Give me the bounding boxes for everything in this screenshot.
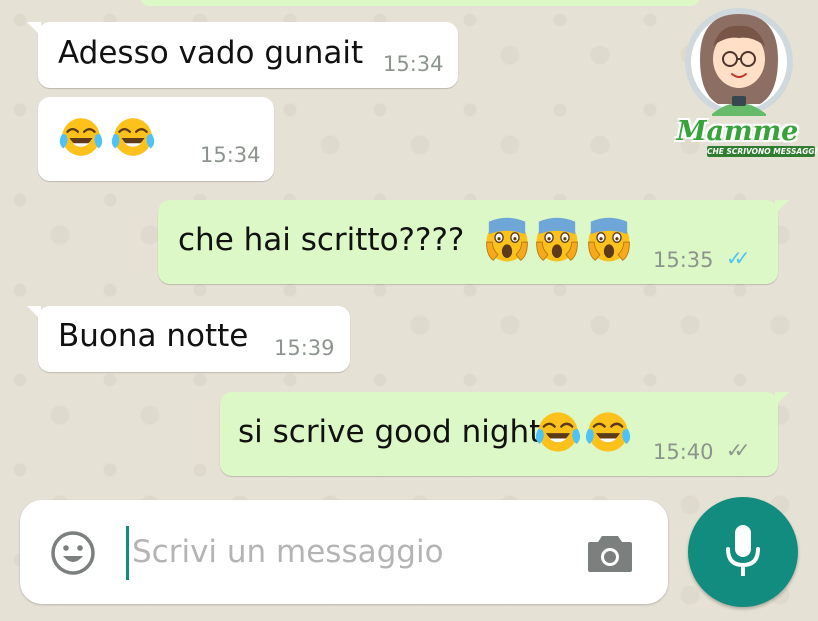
double-check-grey-icon: ✓✓ [726,438,750,462]
face-with-tears-of-joy-icon [58,114,104,160]
outgoing-message[interactable]: si scrive good night 15:40 ✓✓ [220,392,789,476]
face-with-tears-of-joy-icon [110,114,156,160]
message-input[interactable]: Scrivi un messaggio [132,534,444,570]
message-text: si scrive good night [238,414,542,450]
microphone-button[interactable] [688,497,798,607]
face-with-tears-of-joy-icon [534,408,582,456]
message-time: 15:34 [200,143,261,167]
grandma-avatar-icon [685,8,793,116]
logo-subtitle: CHE SCRIVONO MESSAGGI [707,146,818,157]
message-text: Adesso vado gunait [58,35,364,71]
incoming-message[interactable]: 15:34 [38,97,274,181]
message-time: 15:40 [653,440,714,464]
message-time: 15:35 [653,248,714,272]
bubble-tail [775,200,789,214]
bubble-tail [27,22,41,36]
brand-logo: Mamme CHE SCRIVONO MESSAGGI [660,4,818,164]
microphone-icon [723,523,763,583]
previous-message-edge [140,0,700,6]
incoming-message[interactable]: Buona notte 15:39 [27,306,350,372]
face-screaming-in-fear-icon [533,216,581,266]
bubble-tail [775,392,789,406]
incoming-message[interactable]: Adesso vado gunait 15:34 [27,22,458,88]
text-cursor [126,526,129,580]
message-time: 15:39 [274,336,335,360]
double-check-blue-icon: ✓✓ [726,246,750,270]
message-time: 15:34 [383,52,444,76]
face-screaming-in-fear-icon [585,216,633,266]
face-with-tears-of-joy-icon [584,408,632,456]
logo-title: Mamme [676,116,799,147]
smiley-icon[interactable] [50,530,96,580]
outgoing-message[interactable]: che hai scritto???? 15:35 ✓✓ [158,200,789,284]
message-text: Buona notte [58,318,249,354]
bubble-tail [27,306,41,320]
face-screaming-in-fear-icon [483,216,531,266]
message-text: che hai scritto???? [178,222,465,258]
camera-icon[interactable] [586,530,634,578]
message-composer: Scrivi un messaggio [20,500,668,604]
